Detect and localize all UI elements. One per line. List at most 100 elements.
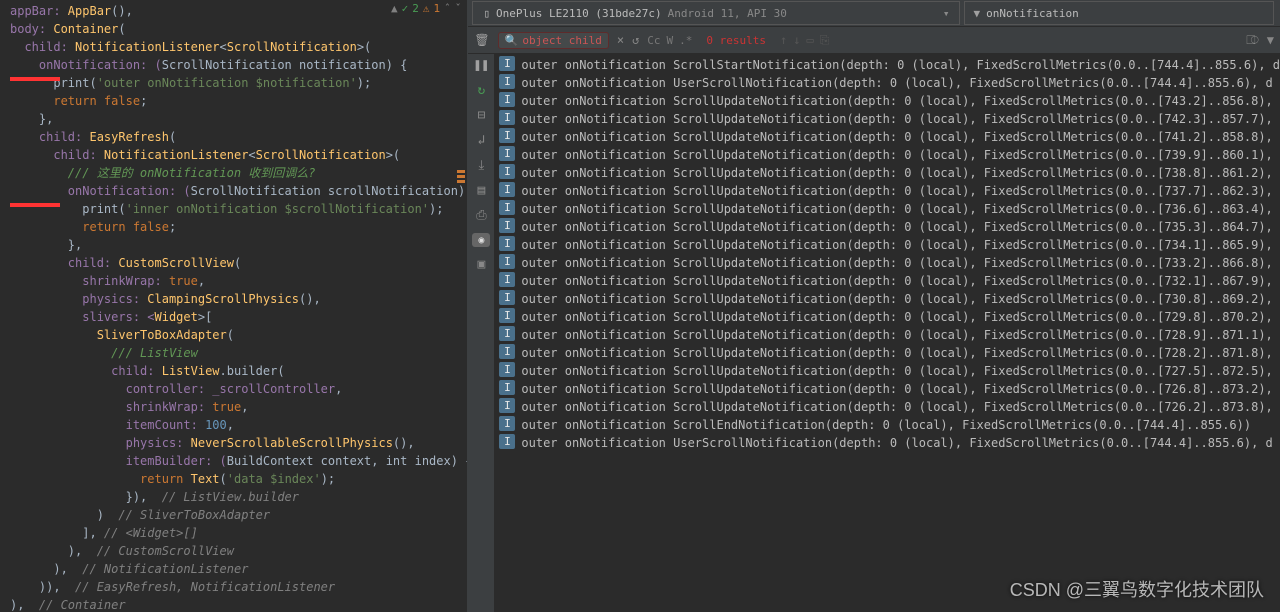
restart-button[interactable]: ↻ [477,83,485,98]
log-text: outer onNotification ScrollUpdateNotific… [521,92,1272,110]
log-text: outer onNotification ScrollUpdateNotific… [521,182,1272,200]
code-token: /// 这里的 onNotification 收到回调么? [10,166,316,180]
log-line[interactable]: Iouter onNotification ScrollUpdateNotifi… [499,182,1280,200]
log-text: outer onNotification ScrollUpdateNotific… [521,380,1272,398]
log-text: outer onNotification ScrollUpdateNotific… [521,272,1272,290]
layout-icon[interactable]: ⊟ [477,108,485,123]
code-token: physics: [10,436,191,450]
code-token: shrinkWrap: [10,400,212,414]
code-token: ) { [386,58,408,72]
code-token: onNotification: ( [10,184,191,198]
code-token: appBar: [10,4,68,18]
search-toolbar: 🗑 🔍 object child × ↺ Cc W .* 0 results ↑… [468,27,1280,54]
history-icon[interactable]: ↺ [632,33,639,47]
log-line[interactable]: Iouter onNotification ScrollUpdateNotifi… [499,254,1280,272]
log-level-badge: I [499,92,515,107]
print-icon[interactable]: ⎙ [476,208,486,223]
code-token: // NotificationListener [82,562,248,576]
record-button[interactable]: ▣ [477,257,485,272]
log-text: outer onNotification ScrollUpdateNotific… [521,398,1272,416]
log-line[interactable]: Iouter onNotification UserScrollNotifica… [499,434,1280,452]
search-options: Cc W .* [647,34,692,47]
log-text: outer onNotification ScrollUpdateNotific… [521,290,1272,308]
log-text: outer onNotification ScrollUpdateNotific… [521,326,1272,344]
log-line[interactable]: Iouter onNotification ScrollUpdateNotifi… [499,398,1280,416]
search-input[interactable]: 🔍 object child [498,32,609,49]
log-line[interactable]: Iouter onNotification ScrollUpdateNotifi… [499,308,1280,326]
log-line[interactable]: Iouter onNotification ScrollUpdateNotifi… [499,200,1280,218]
log-line[interactable]: Iouter onNotification ScrollStartNotific… [499,56,1280,74]
log-text: outer onNotification ScrollUpdateNotific… [521,200,1272,218]
device-detail: Android 11, API 30 [668,7,787,20]
code-token: )), [10,580,75,594]
code-token: ( [234,256,241,270]
code-token: ; [140,94,147,108]
code-token: (), [111,4,133,18]
code-token: BuildContext context [227,454,372,468]
log-filter-input[interactable]: ▼ onNotification [964,1,1274,25]
log-text: outer onNotification ScrollUpdateNotific… [521,146,1272,164]
log-line[interactable]: Iouter onNotification ScrollUpdateNotifi… [499,290,1280,308]
log-level-badge: I [499,362,515,377]
prev-result-button[interactable]: ↑ [780,33,787,48]
log-line[interactable]: Iouter onNotification ScrollUpdateNotifi… [499,218,1280,236]
add-selection-button[interactable]: ⎘ [820,33,830,48]
log-line[interactable]: Iouter onNotification ScrollUpdateNotifi… [499,272,1280,290]
code-token: }), [10,490,162,504]
code-token: }, [10,238,82,252]
log-line[interactable]: Iouter onNotification UserScrollNotifica… [499,74,1280,92]
log-line[interactable]: Iouter onNotification ScrollUpdateNotifi… [499,128,1280,146]
code-editor-panel[interactable]: ▲ ✓ 2 ⚠ 1 ˆ ˇ appBar: AppBar(),body: Con… [0,0,467,612]
log-line[interactable]: Iouter onNotification ScrollUpdateNotifi… [499,164,1280,182]
log-text: outer onNotification ScrollUpdateNotific… [521,128,1272,146]
log-line[interactable]: Iouter onNotification ScrollUpdateNotifi… [499,110,1280,128]
code-token: NeverScrollableScrollPhysics [191,436,393,450]
words-toggle[interactable]: W [667,34,674,47]
log-line[interactable]: Iouter onNotification ScrollUpdateNotifi… [499,146,1280,164]
settings-icon[interactable]: ⎄ [1246,33,1259,48]
log-line[interactable]: Iouter onNotification ScrollUpdateNotifi… [499,236,1280,254]
match-case-toggle[interactable]: Cc [647,34,660,47]
code-token: , [198,274,205,288]
code-token: AppBar [68,4,111,18]
code-token: (), [299,292,321,306]
code-token: ScrollNotification [227,40,357,54]
annotation-mark-inner [10,203,60,207]
select-all-button[interactable]: ▭ [807,33,814,48]
code-token: >( [386,148,400,162]
split-icon[interactable]: ▤ [477,183,485,198]
log-line[interactable]: Iouter onNotification ScrollUpdateNotifi… [499,344,1280,362]
log-line[interactable]: Iouter onNotification ScrollUpdateNotifi… [499,92,1280,110]
device-name: OnePlus LE2110 (31bde27c) [496,7,662,20]
code-token: ); [357,76,371,90]
log-line[interactable]: Iouter onNotification ScrollEndNotificat… [499,416,1280,434]
code-token: // SliverToBoxAdapter [118,508,270,522]
screenshot-button[interactable]: ◉ [472,233,490,247]
close-search-icon[interactable]: × [617,33,624,47]
regex-toggle[interactable]: .* [679,34,692,47]
logcat-panel: ▯ OnePlus LE2110 (31bde27c) Android 11, … [467,0,1280,612]
log-level-badge: I [499,236,515,251]
code-area[interactable]: appBar: AppBar(),body: Container( child:… [0,0,467,612]
code-token: ), [10,562,82,576]
wrap-icon[interactable]: ↲ [477,133,485,148]
pause-button[interactable]: ❚❚ [474,58,490,73]
next-result-button[interactable]: ↓ [793,33,800,48]
code-token: // ListView.builder [162,490,299,504]
code-token: >[ [198,310,212,324]
scroll-end-icon[interactable]: ⤓ [479,158,485,173]
log-line[interactable]: Iouter onNotification ScrollUpdateNotifi… [499,362,1280,380]
log-side-toolbar: ❚❚ ↻ ⊟ ↲ ⤓ ▤ ⎙ ◉ ▣ [468,54,495,612]
trash-icon[interactable]: 🗑 [474,33,489,47]
filter-icon[interactable]: ▼ [1267,33,1274,47]
log-line[interactable]: Iouter onNotification ScrollUpdateNotifi… [499,326,1280,344]
code-token: , [227,418,234,432]
log-text: outer onNotification ScrollUpdateNotific… [521,254,1272,272]
code-token: child: [10,256,118,270]
funnel-icon: ▼ [973,7,980,20]
log-line[interactable]: Iouter onNotification ScrollUpdateNotifi… [499,380,1280,398]
device-selector[interactable]: ▯ OnePlus LE2110 (31bde27c) Android 11, … [472,1,960,25]
log-output[interactable]: Iouter onNotification ScrollStartNotific… [495,54,1280,612]
log-text: outer onNotification ScrollStartNotifica… [521,56,1280,74]
log-level-badge: I [499,344,515,359]
